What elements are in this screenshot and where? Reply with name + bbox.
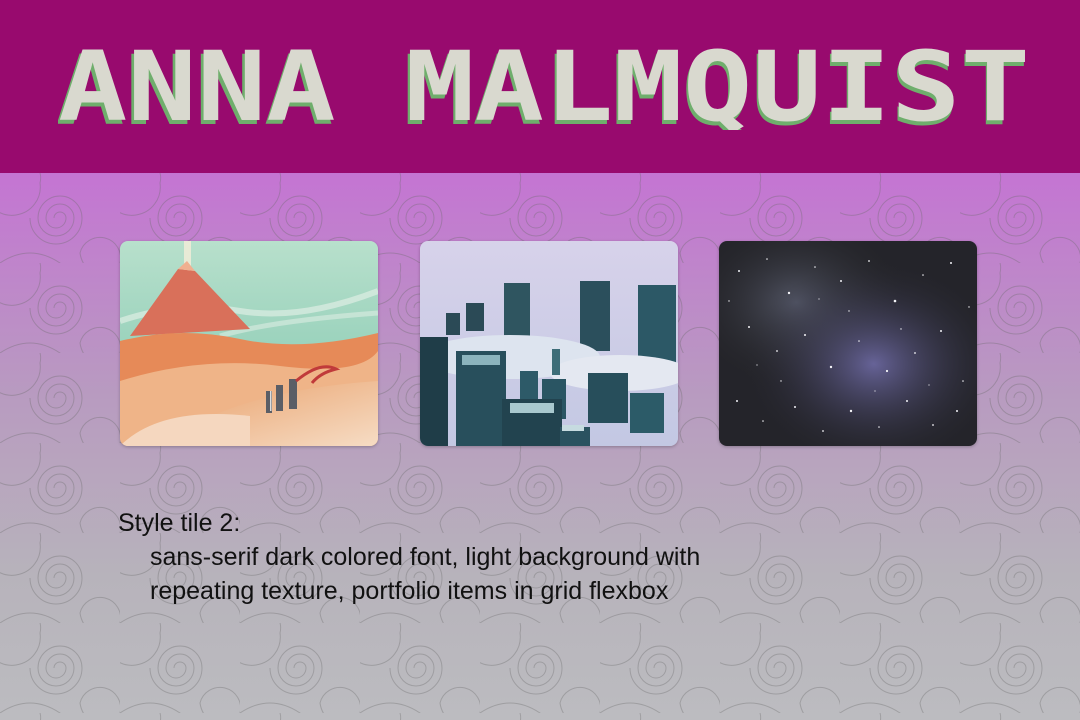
caption-heading: Style tile 2: (118, 509, 241, 537)
desert-mountain-painting-image (120, 241, 378, 446)
portfolio-item-desert[interactable] (120, 241, 378, 446)
site-title-logo: ANNA MALMQUIST ANNA MALMQUIST (58, 44, 1030, 130)
portfolio-item-city[interactable] (420, 241, 678, 446)
site-header: ANNA MALMQUIST ANNA MALMQUIST (0, 0, 1080, 173)
starry-nebula-painting-image (719, 241, 977, 446)
portfolio-item-nebula[interactable] (719, 241, 977, 446)
city-towers-painting-image (420, 241, 678, 446)
site-title: ANNA MALMQUIST (58, 44, 1030, 130)
caption-body-line-1: sans-serif dark colored font, light back… (150, 543, 701, 571)
caption-body-line-2: repeating texture, portfolio items in gr… (150, 577, 669, 605)
style-tile-caption: Style tile 2: sans-serif dark colored fo… (118, 506, 938, 608)
